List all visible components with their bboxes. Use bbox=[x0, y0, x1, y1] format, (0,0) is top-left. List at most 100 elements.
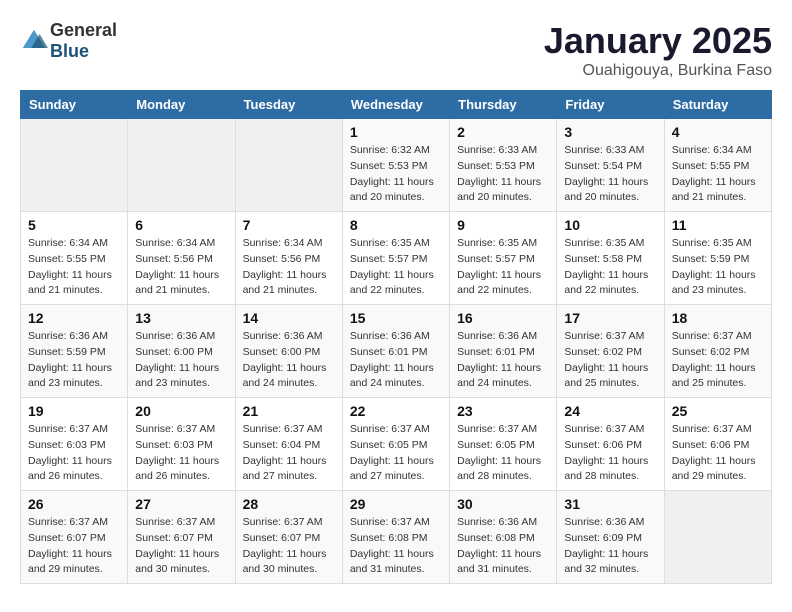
day-number: 6 bbox=[135, 217, 227, 233]
calendar-cell: 25 Sunrise: 6:37 AMSunset: 6:06 PMDayligh… bbox=[664, 398, 771, 491]
day-info: Sunrise: 6:35 AMSunset: 5:57 PMDaylight:… bbox=[457, 236, 549, 299]
logo-icon bbox=[20, 27, 48, 55]
calendar-cell bbox=[664, 491, 771, 584]
calendar-cell: 6 Sunrise: 6:34 AMSunset: 5:56 PMDaylight… bbox=[128, 212, 235, 305]
calendar-cell: 3 Sunrise: 6:33 AMSunset: 5:54 PMDaylight… bbox=[557, 119, 664, 212]
day-number: 9 bbox=[457, 217, 549, 233]
day-info: Sunrise: 6:37 AMSunset: 6:06 PMDaylight:… bbox=[564, 422, 656, 485]
calendar-cell: 14Sunrise: 6:36 AMSunset: 6:00 PMDayligh… bbox=[235, 305, 342, 398]
title-block: January 2025 Ouahigouya, Burkina Faso bbox=[544, 20, 772, 80]
day-info: Sunrise: 6:36 AMSunset: 6:01 PMDaylight:… bbox=[457, 329, 549, 392]
day-number: 5 bbox=[28, 217, 120, 233]
calendar-cell: 13 Sunrise: 6:36 AMSunset: 6:00 PMDayligh… bbox=[128, 305, 235, 398]
day-number: 27 bbox=[135, 496, 227, 512]
weekday-header-row: SundayMondayTuesdayWednesdayThursdayFrid… bbox=[21, 91, 772, 119]
day-info: Sunrise: 6:37 AMSunset: 6:02 PMDaylight:… bbox=[564, 329, 656, 392]
calendar-week-row: 19Sunrise: 6:37 AMSunset: 6:03 PMDayligh… bbox=[21, 398, 772, 491]
day-info: Sunrise: 6:37 AMSunset: 6:06 PMDaylight:… bbox=[672, 422, 764, 485]
day-number: 30 bbox=[457, 496, 549, 512]
calendar-cell: 5 Sunrise: 6:34 AMSunset: 5:55 PMDaylight… bbox=[21, 212, 128, 305]
weekday-header: Thursday bbox=[450, 91, 557, 119]
calendar-week-row: 1Sunrise: 6:32 AMSunset: 5:53 PMDaylight… bbox=[21, 119, 772, 212]
calendar-week-row: 5 Sunrise: 6:34 AMSunset: 5:55 PMDaylight… bbox=[21, 212, 772, 305]
day-number: 10 bbox=[564, 217, 656, 233]
day-info: Sunrise: 6:35 AMSunset: 5:59 PMDaylight:… bbox=[672, 236, 764, 299]
day-number: 19 bbox=[28, 403, 120, 419]
day-info: Sunrise: 6:34 AMSunset: 5:55 PMDaylight:… bbox=[28, 236, 120, 299]
calendar-cell: 4Sunrise: 6:34 AMSunset: 5:55 PMDaylight… bbox=[664, 119, 771, 212]
day-number: 8 bbox=[350, 217, 442, 233]
day-info: Sunrise: 6:36 AMSunset: 6:00 PMDaylight:… bbox=[135, 329, 227, 392]
day-info: Sunrise: 6:34 AMSunset: 5:56 PMDaylight:… bbox=[243, 236, 335, 299]
calendar-cell: 15 Sunrise: 6:36 AMSunset: 6:01 PMDayligh… bbox=[342, 305, 449, 398]
calendar-cell: 31 Sunrise: 6:36 AMSunset: 6:09 PMDayligh… bbox=[557, 491, 664, 584]
day-number: 7 bbox=[243, 217, 335, 233]
weekday-header: Friday bbox=[557, 91, 664, 119]
calendar-cell: 2Sunrise: 6:33 AMSunset: 5:53 PMDaylight… bbox=[450, 119, 557, 212]
calendar-cell: 22Sunrise: 6:37 AMSunset: 6:05 PMDayligh… bbox=[342, 398, 449, 491]
day-number: 18 bbox=[672, 310, 764, 326]
day-number: 15 bbox=[350, 310, 442, 326]
calendar-cell: 27Sunrise: 6:37 AMSunset: 6:07 PMDayligh… bbox=[128, 491, 235, 584]
calendar-cell: 26 Sunrise: 6:37 AMSunset: 6:07 PMDayligh… bbox=[21, 491, 128, 584]
calendar-cell: 19Sunrise: 6:37 AMSunset: 6:03 PMDayligh… bbox=[21, 398, 128, 491]
calendar-cell: 29 Sunrise: 6:37 AMSunset: 6:08 PMDayligh… bbox=[342, 491, 449, 584]
calendar-cell: 12 Sunrise: 6:36 AMSunset: 5:59 PMDayligh… bbox=[21, 305, 128, 398]
day-info: Sunrise: 6:36 AMSunset: 6:08 PMDaylight:… bbox=[457, 515, 549, 578]
day-info: Sunrise: 6:36 AMSunset: 6:00 PMDaylight:… bbox=[243, 329, 335, 392]
calendar-week-row: 26 Sunrise: 6:37 AMSunset: 6:07 PMDayligh… bbox=[21, 491, 772, 584]
calendar-cell: 30 Sunrise: 6:36 AMSunset: 6:08 PMDayligh… bbox=[450, 491, 557, 584]
location-title: Ouahigouya, Burkina Faso bbox=[544, 62, 772, 80]
day-info: Sunrise: 6:37 AMSunset: 6:05 PMDaylight:… bbox=[350, 422, 442, 485]
day-info: Sunrise: 6:36 AMSunset: 6:09 PMDaylight:… bbox=[564, 515, 656, 578]
weekday-header: Monday bbox=[128, 91, 235, 119]
calendar-cell: 18 Sunrise: 6:37 AMSunset: 6:02 PMDayligh… bbox=[664, 305, 771, 398]
day-number: 20 bbox=[135, 403, 227, 419]
calendar-cell: 16 Sunrise: 6:36 AMSunset: 6:01 PMDayligh… bbox=[450, 305, 557, 398]
calendar-cell: 1Sunrise: 6:32 AMSunset: 5:53 PMDaylight… bbox=[342, 119, 449, 212]
calendar-table: SundayMondayTuesdayWednesdayThursdayFrid… bbox=[20, 90, 772, 584]
day-info: Sunrise: 6:33 AMSunset: 5:54 PMDaylight:… bbox=[564, 143, 656, 206]
calendar-cell: 20Sunrise: 6:37 AMSunset: 6:03 PMDayligh… bbox=[128, 398, 235, 491]
day-number: 16 bbox=[457, 310, 549, 326]
day-number: 31 bbox=[564, 496, 656, 512]
day-number: 21 bbox=[243, 403, 335, 419]
day-number: 25 bbox=[672, 403, 764, 419]
calendar-cell: 7 Sunrise: 6:34 AMSunset: 5:56 PMDaylight… bbox=[235, 212, 342, 305]
calendar-cell bbox=[128, 119, 235, 212]
day-info: Sunrise: 6:34 AMSunset: 5:56 PMDaylight:… bbox=[135, 236, 227, 299]
day-info: Sunrise: 6:37 AMSunset: 6:08 PMDaylight:… bbox=[350, 515, 442, 578]
day-info: Sunrise: 6:37 AMSunset: 6:02 PMDaylight:… bbox=[672, 329, 764, 392]
weekday-header: Wednesday bbox=[342, 91, 449, 119]
day-number: 13 bbox=[135, 310, 227, 326]
day-number: 17 bbox=[564, 310, 656, 326]
day-info: Sunrise: 6:37 AMSunset: 6:04 PMDaylight:… bbox=[243, 422, 335, 485]
day-number: 4 bbox=[672, 124, 764, 140]
calendar-cell: 8 Sunrise: 6:35 AMSunset: 5:57 PMDaylight… bbox=[342, 212, 449, 305]
day-info: Sunrise: 6:37 AMSunset: 6:07 PMDaylight:… bbox=[243, 515, 335, 578]
calendar-week-row: 12 Sunrise: 6:36 AMSunset: 5:59 PMDayligh… bbox=[21, 305, 772, 398]
calendar-cell: 10 Sunrise: 6:35 AMSunset: 5:58 PMDayligh… bbox=[557, 212, 664, 305]
logo: General Blue bbox=[20, 20, 117, 62]
calendar-cell bbox=[235, 119, 342, 212]
calendar-cell: 11 Sunrise: 6:35 AMSunset: 5:59 PMDayligh… bbox=[664, 212, 771, 305]
day-number: 29 bbox=[350, 496, 442, 512]
calendar-cell: 21 Sunrise: 6:37 AMSunset: 6:04 PMDayligh… bbox=[235, 398, 342, 491]
weekday-header: Sunday bbox=[21, 91, 128, 119]
page-header: General Blue January 2025 Ouahigouya, Bu… bbox=[20, 20, 772, 80]
day-number: 2 bbox=[457, 124, 549, 140]
day-info: Sunrise: 6:35 AMSunset: 5:57 PMDaylight:… bbox=[350, 236, 442, 299]
day-info: Sunrise: 6:36 AMSunset: 5:59 PMDaylight:… bbox=[28, 329, 120, 392]
day-number: 24 bbox=[564, 403, 656, 419]
logo-blue-text: Blue bbox=[50, 41, 89, 61]
day-info: Sunrise: 6:37 AMSunset: 6:07 PMDaylight:… bbox=[28, 515, 120, 578]
day-number: 12 bbox=[28, 310, 120, 326]
day-info: Sunrise: 6:35 AMSunset: 5:58 PMDaylight:… bbox=[564, 236, 656, 299]
day-number: 11 bbox=[672, 217, 764, 233]
day-number: 3 bbox=[564, 124, 656, 140]
day-number: 26 bbox=[28, 496, 120, 512]
day-info: Sunrise: 6:36 AMSunset: 6:01 PMDaylight:… bbox=[350, 329, 442, 392]
weekday-header: Tuesday bbox=[235, 91, 342, 119]
calendar-cell: 23Sunrise: 6:37 AMSunset: 6:05 PMDayligh… bbox=[450, 398, 557, 491]
calendar-cell: 17 Sunrise: 6:37 AMSunset: 6:02 PMDayligh… bbox=[557, 305, 664, 398]
